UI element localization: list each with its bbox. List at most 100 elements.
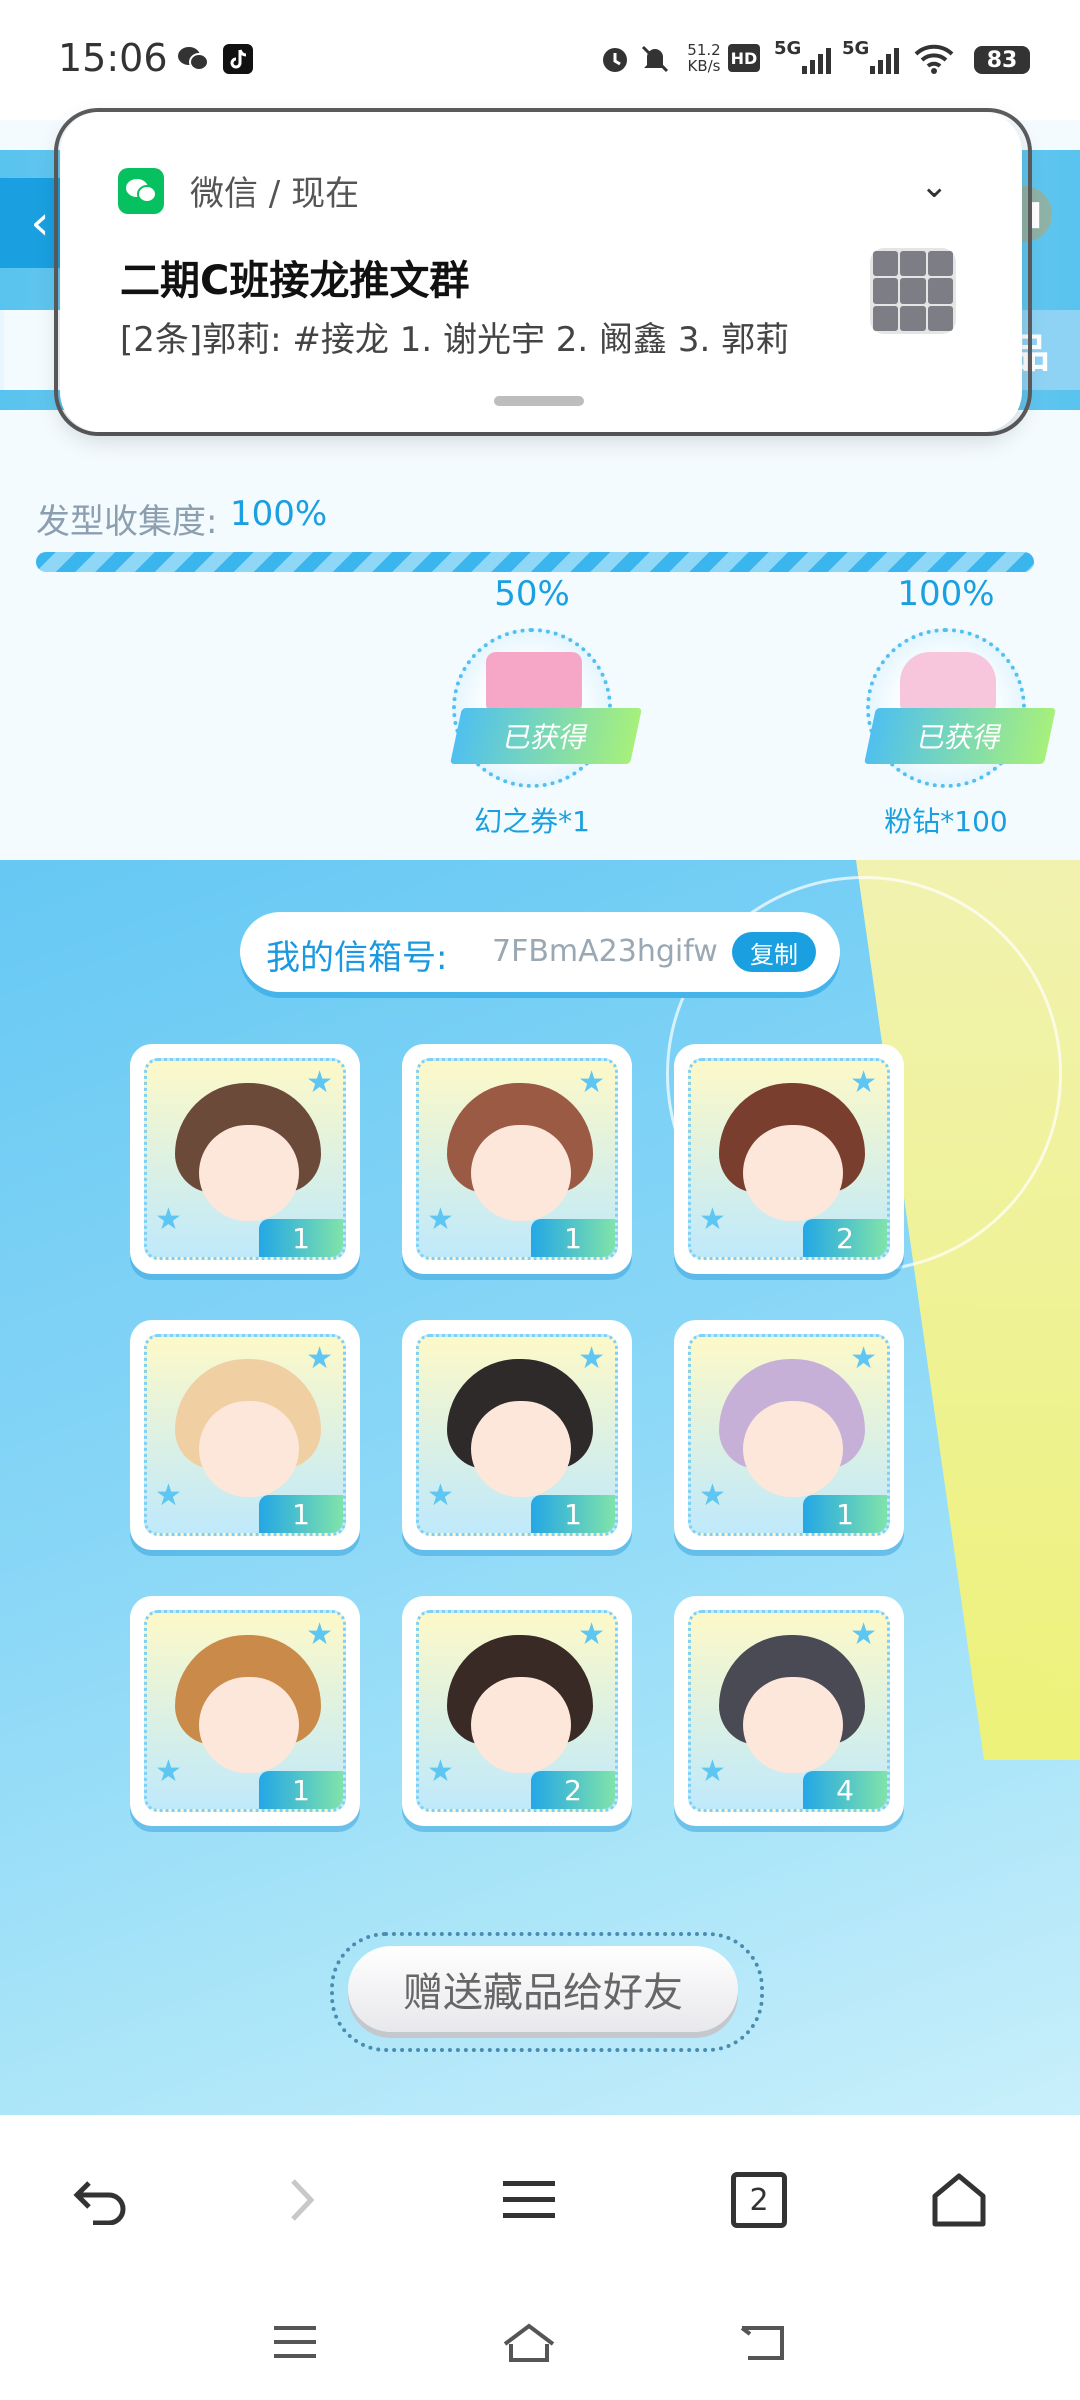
item-count-badge: 1: [803, 1495, 887, 1533]
star-icon: ★: [427, 1478, 454, 1513]
item-count-badge: 1: [259, 1219, 343, 1257]
milestone-reward[interactable]: 已获得: [864, 628, 1056, 788]
face-graphic: [199, 1125, 299, 1221]
star-icon: ★: [155, 1754, 182, 1789]
signal-icon: 5G: [842, 38, 902, 76]
item-count-badge: 1: [531, 1219, 615, 1257]
star-icon: ★: [306, 1065, 333, 1100]
group-avatar: [870, 248, 956, 334]
item-count-badge: 1: [259, 1771, 343, 1809]
star-icon: ★: [578, 1065, 605, 1100]
tabs-icon[interactable]: 2: [714, 2155, 804, 2245]
chevron-down-icon[interactable]: ⌄: [920, 166, 949, 206]
star-icon: ★: [306, 1617, 333, 1652]
face-graphic: [471, 1401, 571, 1497]
item-count-badge: 2: [803, 1219, 887, 1257]
back-icon[interactable]: [718, 2302, 808, 2382]
hairstyle-item[interactable]: ★ ★ 4: [674, 1596, 904, 1826]
home-icon[interactable]: [484, 2302, 574, 2382]
hairstyle-item[interactable]: ★ ★ 1: [674, 1320, 904, 1550]
tab-count: 2: [731, 2172, 787, 2228]
hd-badge: HD: [728, 44, 760, 72]
face-graphic: [743, 1125, 843, 1221]
wechat-icon: [118, 168, 164, 214]
network-type: 5G: [774, 38, 802, 59]
face-graphic: [199, 1677, 299, 1773]
hairstyle-item[interactable]: ★ ★ 1: [130, 1044, 360, 1274]
speed-unit: KB/s: [687, 57, 721, 75]
hairstyle-item[interactable]: ★ ★ 1: [402, 1320, 632, 1550]
hairstyle-item-frame: ★ ★ 2: [416, 1610, 618, 1812]
face-graphic: [471, 1125, 571, 1221]
status-bar: 15:06 51.2 KB/s HD 5G 5G 83: [0, 0, 1080, 120]
gift-to-friend-button[interactable]: 赠送藏品给好友: [348, 1946, 738, 2032]
tiktok-icon: [222, 42, 254, 76]
star-icon: ★: [850, 1617, 877, 1652]
item-count-badge: 2: [531, 1771, 615, 1809]
hairstyle-item[interactable]: ★ ★ 2: [402, 1596, 632, 1826]
face-graphic: [471, 1677, 571, 1773]
wifi-icon: [912, 42, 956, 76]
hairstyle-item-frame: ★ ★ 2: [688, 1058, 890, 1260]
hairstyle-item[interactable]: ★ ★ 1: [402, 1044, 632, 1274]
back-icon[interactable]: [56, 2155, 146, 2245]
star-icon: ★: [427, 1202, 454, 1237]
mute-icon: [638, 42, 672, 76]
obtained-badge: 已获得: [864, 708, 1056, 764]
notification-app: 微信 / 现在: [190, 174, 360, 214]
alarm-icon: [598, 42, 632, 76]
notification-body: [2条]郭莉: #接龙 1. 谢光宇 2. 阚鑫 3. 郭莉: [120, 320, 790, 360]
obtained-badge: 已获得: [450, 708, 642, 764]
system-nav-bar: [0, 2280, 1080, 2400]
forward-icon[interactable]: [256, 2155, 346, 2245]
hairstyle-item-frame: ★ ★ 1: [144, 1058, 346, 1260]
milestone-percent: 50%: [494, 574, 570, 614]
notification-card[interactable]: 微信 / 现在 ⌄ 二期C班接龙推文群 [2条]郭莉: #接龙 1. 谢光宇 2…: [60, 112, 1022, 432]
star-icon: ★: [155, 1202, 182, 1237]
collection-percent: 100%: [230, 494, 328, 534]
recents-icon[interactable]: [250, 2302, 340, 2382]
mailbox-id: 7FBmA23hgifw: [492, 934, 718, 969]
face-graphic: [199, 1401, 299, 1497]
hairstyle-item[interactable]: ★ ★ 1: [130, 1596, 360, 1826]
hairstyle-item[interactable]: ★ ★ 1: [130, 1320, 360, 1550]
home-icon[interactable]: [914, 2155, 1004, 2245]
browser-toolbar: 2: [0, 2115, 1080, 2280]
signal-icon: 5G: [774, 38, 834, 76]
network-type: 5G: [842, 38, 870, 59]
hairstyle-item-frame: ★ ★ 1: [416, 1334, 618, 1536]
milestone-percent: 100%: [897, 574, 995, 614]
star-icon: ★: [578, 1617, 605, 1652]
face-graphic: [743, 1677, 843, 1773]
item-count-badge: 1: [531, 1495, 615, 1533]
hairstyle-item-frame: ★ ★ 1: [416, 1058, 618, 1260]
hairstyle-item-frame: ★ ★ 4: [688, 1610, 890, 1812]
star-icon: ★: [699, 1202, 726, 1237]
ticket-icon: [486, 652, 582, 714]
star-icon: ★: [578, 1341, 605, 1376]
mailbox-label: 我的信箱号:: [266, 938, 448, 978]
star-icon: ★: [155, 1478, 182, 1513]
collection-label: 发型收集度:: [36, 502, 218, 542]
wechat-icon: [176, 42, 210, 76]
copy-button[interactable]: 复制: [732, 932, 816, 972]
star-icon: ★: [427, 1754, 454, 1789]
star-icon: ★: [699, 1754, 726, 1789]
diamond-icon: [900, 652, 996, 714]
notification-handle[interactable]: [494, 396, 584, 406]
battery-indicator: 83: [974, 46, 1030, 74]
star-icon: ★: [699, 1478, 726, 1513]
network-speed: 51.2 KB/s: [676, 42, 732, 74]
hairstyle-item-frame: ★ ★ 1: [144, 1334, 346, 1536]
hairstyle-item[interactable]: ★ ★ 2: [674, 1044, 904, 1274]
mailbox-bar: 我的信箱号: 7FBmA23hgifw 复制: [240, 912, 840, 992]
milestone-reward[interactable]: 已获得: [450, 628, 642, 788]
star-icon: ★: [850, 1341, 877, 1376]
hairstyle-item-frame: ★ ★ 1: [144, 1610, 346, 1812]
item-count-badge: 4: [803, 1771, 887, 1809]
clock: 15:06: [58, 36, 168, 80]
menu-icon[interactable]: [484, 2155, 574, 2245]
notification-title: 二期C班接龙推文群: [120, 258, 470, 304]
hairstyle-item-frame: ★ ★ 1: [688, 1334, 890, 1536]
reward-name: 幻之券*1: [474, 805, 590, 838]
